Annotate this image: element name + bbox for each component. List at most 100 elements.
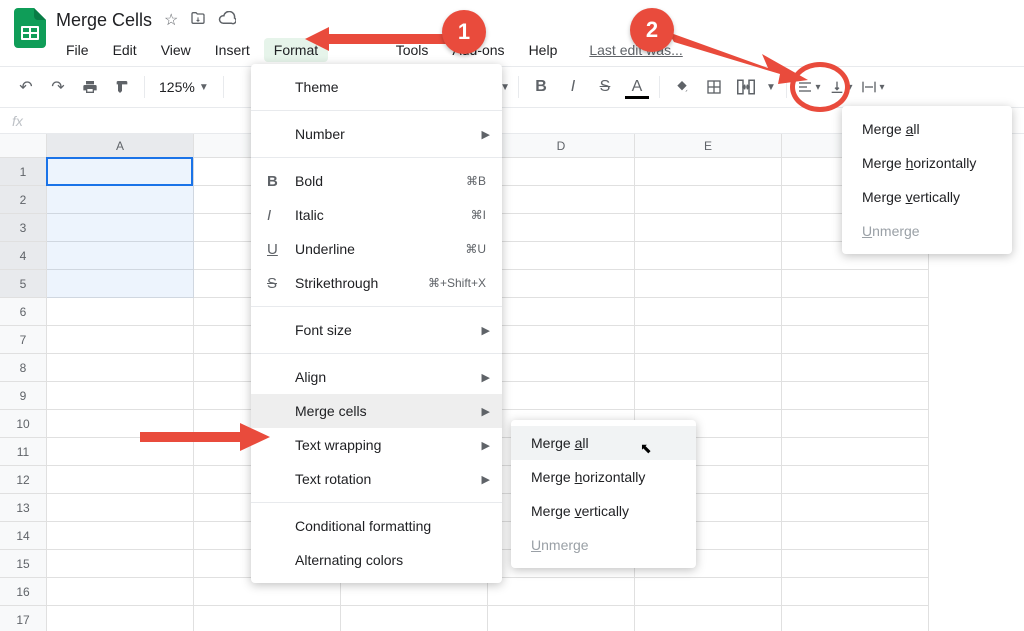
submenu-merge-all[interactable]: Merge all	[511, 426, 696, 460]
cell[interactable]	[488, 382, 635, 410]
move-icon[interactable]	[190, 10, 206, 31]
toolbar-merge-all[interactable]: Merge all	[842, 112, 1012, 146]
cell[interactable]	[47, 522, 194, 550]
cell[interactable]	[47, 242, 194, 270]
toolbar-merge-horizontal[interactable]: Merge horizontally	[842, 146, 1012, 180]
menu-strike[interactable]: SStrikethrough⌘+Shift+X	[251, 266, 502, 300]
menu-fontsize[interactable]: Font size▶	[251, 313, 502, 347]
toolbar-merge-vertical[interactable]: Merge vertically	[842, 180, 1012, 214]
row-header[interactable]: 11	[0, 438, 47, 466]
cell[interactable]	[47, 550, 194, 578]
cell[interactable]	[635, 270, 782, 298]
paint-format-icon[interactable]	[108, 73, 136, 101]
cell[interactable]	[488, 578, 635, 606]
cell[interactable]	[47, 382, 194, 410]
row-header[interactable]: 4	[0, 242, 47, 270]
cell[interactable]	[47, 354, 194, 382]
cell[interactable]	[782, 522, 929, 550]
cell[interactable]	[47, 214, 194, 242]
cell[interactable]	[782, 578, 929, 606]
cell[interactable]	[782, 298, 929, 326]
cell[interactable]	[488, 214, 635, 242]
cell[interactable]	[47, 186, 194, 214]
menu-text-wrapping[interactable]: Text wrapping▶	[251, 428, 502, 462]
cell[interactable]	[341, 606, 488, 631]
cell[interactable]	[47, 158, 194, 186]
row-header[interactable]: 15	[0, 550, 47, 578]
row-header[interactable]: 13	[0, 494, 47, 522]
row-header[interactable]: 17	[0, 606, 47, 631]
cell[interactable]	[635, 186, 782, 214]
text-wrap-icon[interactable]: ▾	[859, 73, 887, 101]
row-header[interactable]: 12	[0, 466, 47, 494]
cell[interactable]	[488, 158, 635, 186]
cell[interactable]	[635, 158, 782, 186]
cell[interactable]	[47, 606, 194, 631]
cell[interactable]	[782, 326, 929, 354]
menu-merge-cells[interactable]: Merge cells▶	[251, 394, 502, 428]
bold-icon[interactable]: B	[527, 73, 555, 101]
cloud-icon[interactable]	[218, 11, 236, 30]
row-header[interactable]: 8	[0, 354, 47, 382]
cell[interactable]	[782, 494, 929, 522]
menu-view[interactable]: View	[151, 38, 201, 62]
cell[interactable]	[488, 298, 635, 326]
cell[interactable]	[635, 298, 782, 326]
cell[interactable]	[635, 578, 782, 606]
cell[interactable]	[488, 270, 635, 298]
strike-icon[interactable]: S	[591, 73, 619, 101]
cell[interactable]	[782, 438, 929, 466]
cell[interactable]	[47, 494, 194, 522]
italic-icon[interactable]: I	[559, 73, 587, 101]
cell[interactable]	[782, 606, 929, 631]
cell[interactable]	[782, 550, 929, 578]
cell[interactable]	[635, 382, 782, 410]
col-header[interactable]: D	[488, 134, 635, 158]
document-title[interactable]: Merge Cells	[56, 10, 152, 31]
cell[interactable]	[635, 242, 782, 270]
cell[interactable]	[47, 326, 194, 354]
menu-alternating-colors[interactable]: Alternating colors	[251, 543, 502, 577]
row-header[interactable]: 7	[0, 326, 47, 354]
menu-align[interactable]: Align▶	[251, 360, 502, 394]
col-header[interactable]: A	[47, 134, 194, 158]
row-header[interactable]: 9	[0, 382, 47, 410]
menu-help[interactable]: Help	[519, 38, 568, 62]
menu-italic[interactable]: IItalic⌘I	[251, 198, 502, 232]
cell[interactable]	[488, 354, 635, 382]
cell[interactable]	[782, 466, 929, 494]
menu-bold[interactable]: BBold⌘B	[251, 164, 502, 198]
cell[interactable]	[47, 270, 194, 298]
cell[interactable]	[47, 298, 194, 326]
undo-icon[interactable]: ↶	[12, 73, 40, 101]
menu-file[interactable]: File	[56, 38, 99, 62]
submenu-merge-horizontal[interactable]: Merge horizontally	[511, 460, 696, 494]
menu-theme[interactable]: Theme	[251, 70, 502, 104]
text-color-icon[interactable]: A	[623, 73, 651, 101]
select-all-corner[interactable]	[0, 134, 47, 158]
cell[interactable]	[194, 606, 341, 631]
cell[interactable]	[488, 242, 635, 270]
row-header[interactable]: 2	[0, 186, 47, 214]
cell[interactable]	[782, 270, 929, 298]
cell[interactable]	[782, 382, 929, 410]
cell[interactable]	[47, 578, 194, 606]
redo-icon[interactable]: ↷	[44, 73, 72, 101]
menu-text-rotation[interactable]: Text rotation▶	[251, 462, 502, 496]
print-icon[interactable]	[76, 73, 104, 101]
submenu-merge-vertical[interactable]: Merge vertically	[511, 494, 696, 528]
row-header[interactable]: 6	[0, 298, 47, 326]
zoom-select[interactable]: 125%▼	[153, 79, 215, 95]
cell[interactable]	[635, 606, 782, 631]
menu-underline[interactable]: UUnderline⌘U	[251, 232, 502, 266]
star-icon[interactable]: ☆	[164, 10, 178, 30]
cell[interactable]	[488, 606, 635, 631]
cell[interactable]	[635, 214, 782, 242]
row-header[interactable]: 16	[0, 578, 47, 606]
cell[interactable]	[782, 354, 929, 382]
menu-edit[interactable]: Edit	[103, 38, 147, 62]
sheets-logo[interactable]	[10, 8, 50, 48]
row-header[interactable]: 1	[0, 158, 47, 186]
row-header[interactable]: 10	[0, 410, 47, 438]
menu-insert[interactable]: Insert	[205, 38, 260, 62]
